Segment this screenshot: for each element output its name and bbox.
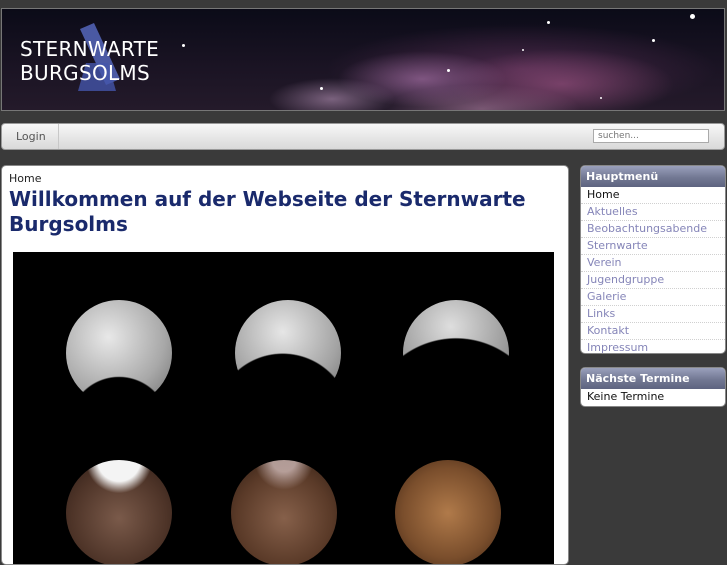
menu-item-jugendgruppe[interactable]: Jugendgruppe (581, 272, 725, 289)
star (690, 14, 695, 19)
menu-item-kontakt[interactable]: Kontakt (581, 323, 725, 340)
moon-phase-5 (231, 460, 337, 564)
header-banner: STERNWARTE BURGSOLMS (1, 8, 725, 111)
site-logo[interactable]: STERNWARTE BURGSOLMS (20, 37, 159, 85)
star (522, 49, 524, 51)
logo-line-2: BURGSOLMS (20, 61, 150, 85)
menu-item-galerie[interactable]: Galerie (581, 289, 725, 306)
star (600, 97, 602, 99)
login-link[interactable]: Login (2, 124, 59, 149)
search-input[interactable] (593, 129, 709, 143)
top-navbar: Login (1, 123, 725, 150)
moon-phase-1 (66, 300, 172, 406)
menu-item-home[interactable]: Home (581, 187, 725, 204)
star (447, 69, 450, 72)
logo-line-1: STERNWARTE (20, 37, 160, 61)
star (182, 44, 185, 47)
menu-item-aktuelles[interactable]: Aktuelles (581, 204, 725, 221)
menu-item-impressum[interactable]: Impressum (581, 340, 725, 353)
moon-phase-3 (403, 300, 509, 406)
moon-phase-6 (395, 460, 501, 564)
star (320, 87, 323, 90)
menu-item-beobachtungsabende[interactable]: Beobachtungsabende (581, 221, 725, 238)
page-title: Willkommen auf der Webseite der Sternwar… (9, 187, 526, 236)
menu-item-verein[interactable]: Verein (581, 255, 725, 272)
lunar-eclipse-photo (13, 252, 554, 564)
main-menu-heading: Hauptmenü (581, 166, 725, 187)
breadcrumb: Home (9, 172, 42, 185)
events-empty-text: Keine Termine (587, 390, 665, 403)
menu-item-links[interactable]: Links (581, 306, 725, 323)
star (652, 39, 655, 42)
events-heading: Nächste Termine (581, 368, 725, 389)
main-menu-module: Hauptmenü Home Aktuelles Beobachtungsabe… (580, 165, 726, 354)
moon-phase-4 (66, 460, 172, 564)
star (547, 21, 550, 24)
events-module: Nächste Termine Keine Termine (580, 367, 726, 407)
menu-item-sternwarte[interactable]: Sternwarte (581, 238, 725, 255)
moon-phase-2 (235, 300, 341, 406)
main-content: Home Willkommen auf der Webseite der Ste… (1, 165, 569, 565)
